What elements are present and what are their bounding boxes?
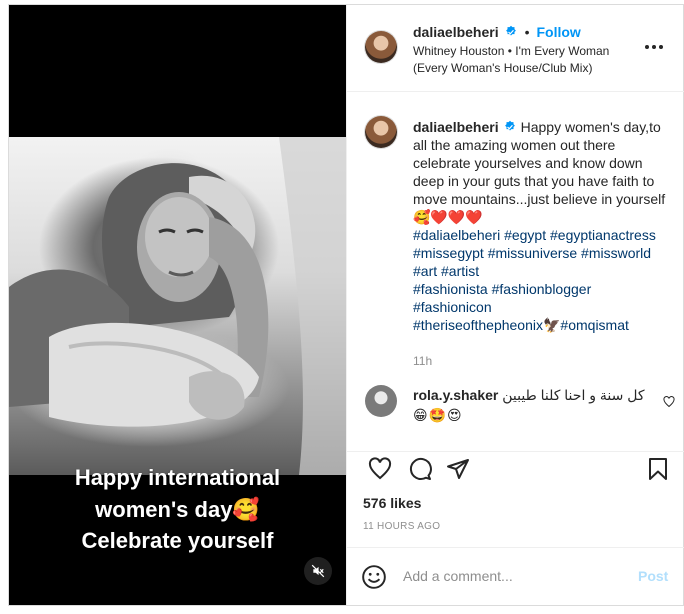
caption-avatar[interactable] [365,116,397,148]
comment-text-row: rola.y.shaker كل سنة و احنا كلنا طيبين [413,386,648,404]
author-username[interactable]: daliaelbeheri [413,24,499,40]
comment-icon [409,457,432,480]
video-photo [9,137,346,475]
post-video[interactable]: Happy international women's day🥰 Celebra… [9,5,346,605]
mute-icon [311,564,325,578]
comment-input[interactable]: Add a comment... [403,568,513,584]
author-avatar[interactable] [365,31,397,63]
verified-badge-icon [504,120,515,131]
post-comment-button[interactable]: Post [638,568,668,584]
save-icon [649,458,667,480]
comment-button[interactable] [407,456,433,482]
caption-username[interactable]: daliaelbeheri [413,119,499,135]
action-bar [347,451,684,492]
post-caption: daliaelbeheri Happy women's day,to all t… [413,118,668,334]
commenter-avatar[interactable] [365,385,397,417]
hashtag-line[interactable]: #daliaelbeheri #egypt #egyptianactress [413,226,668,244]
comment-composer: Add a comment... Post [347,547,684,606]
share-icon [447,459,469,479]
save-button[interactable] [645,456,671,482]
comment-emojis: 😁🤩😍 [413,407,463,423]
comment-like-icon[interactable] [663,396,675,408]
hashtag-line[interactable]: #missegypt #missuniverse #missworld [413,244,668,262]
hashtag-line[interactable]: #fashionicon [413,298,668,316]
verified-badge-icon [505,25,516,36]
emoji-icon[interactable] [361,564,387,590]
post-side-panel: daliaelbeheri • Follow Whitney Houston •… [346,5,684,605]
comment-text: كل سنة و احنا كلنا طيبين [502,387,645,403]
separator-dot: • [524,24,530,40]
like-button[interactable] [367,456,393,482]
author-row: daliaelbeheri • Follow [413,24,581,40]
likes-count[interactable]: 576 likes [363,495,421,511]
hashtag-line[interactable]: #art #artist [413,262,668,280]
post-dialog: Happy international women's day🥰 Celebra… [8,4,684,606]
hashtag-line[interactable]: #theriseofthepheonix🦅#omqismat [413,316,668,334]
caption-section: daliaelbeheri Happy women's day,to all t… [347,92,684,375]
heart-icon [368,457,392,480]
follow-button[interactable]: Follow [537,24,581,40]
post-header: daliaelbeheri • Follow Whitney Houston •… [347,5,684,92]
share-button[interactable] [445,456,471,482]
video-caption-line-1: Happy international [74,465,281,490]
more-options-button[interactable] [643,37,665,57]
video-caption-line-2: women's day🥰 [95,497,260,522]
more-options-icon [645,45,663,49]
caption-timestamp[interactable]: 11h [413,354,432,368]
commenter-username[interactable]: rola.y.shaker [413,387,498,403]
hashtag-line[interactable]: #fashionista #fashionblogger [413,280,668,298]
caption-emojis: 🥰❤️❤️❤️ [413,209,483,225]
comment-item: rola.y.shaker كل سنة و احنا كلنا طيبين 😁… [347,375,684,455]
post-time-ago[interactable]: 11 HOURS AGO [363,521,440,532]
audio-track[interactable]: Whitney Houston • I'm Every Woman (Every… [413,43,633,77]
video-caption-line-3: Celebrate yourself [81,528,274,553]
mute-button[interactable] [304,557,332,585]
